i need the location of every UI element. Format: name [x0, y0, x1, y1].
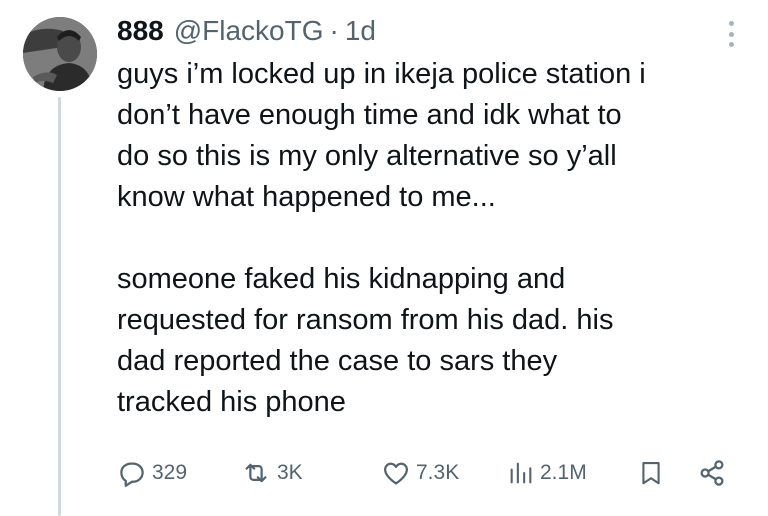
- bookmark-button[interactable]: [637, 455, 665, 491]
- user-handle[interactable]: @FlackoTG: [174, 13, 324, 49]
- action-bar: 329 3K 7.3K 2.1M: [117, 455, 729, 491]
- reply-count: 329: [152, 461, 188, 484]
- bookmark-icon: [642, 462, 660, 485]
- display-name[interactable]: 888: [117, 13, 164, 49]
- timestamp[interactable]: 1d: [345, 13, 376, 49]
- share-icon: [700, 460, 724, 486]
- tweet-paragraph: someone faked his kidnapping and request…: [117, 263, 614, 418]
- reply-icon: [120, 462, 144, 487]
- tweet-text: guys i’m locked up in ikeja police stati…: [117, 54, 747, 423]
- tweet-header: 888 @FlackoTG · 1d: [117, 13, 376, 49]
- retweet-icon: [245, 463, 267, 483]
- avatar[interactable]: [23, 17, 97, 91]
- avatar-image: [23, 17, 97, 91]
- more-vertical-icon[interactable]: [719, 19, 743, 49]
- tweet-paragraph: guys i’m locked up in ikeja police stati…: [117, 58, 646, 213]
- thread-line: [58, 97, 61, 516]
- retweet-count: 3K: [277, 461, 303, 484]
- views-count: 2.1M: [540, 461, 587, 484]
- views-icon: [510, 462, 532, 484]
- heart-icon: [384, 462, 408, 485]
- tweet: 888 @FlackoTG · 1d guys i’m locked up in…: [0, 0, 768, 516]
- views-button[interactable]: 2.1M: [507, 455, 587, 491]
- retweet-button[interactable]: 3K: [240, 455, 303, 491]
- like-button[interactable]: 7.3K: [381, 455, 459, 491]
- share-button[interactable]: [697, 455, 727, 491]
- like-count: 7.3K: [416, 461, 460, 484]
- reply-button[interactable]: 329: [117, 455, 187, 491]
- separator-dot: ·: [329, 15, 339, 46]
